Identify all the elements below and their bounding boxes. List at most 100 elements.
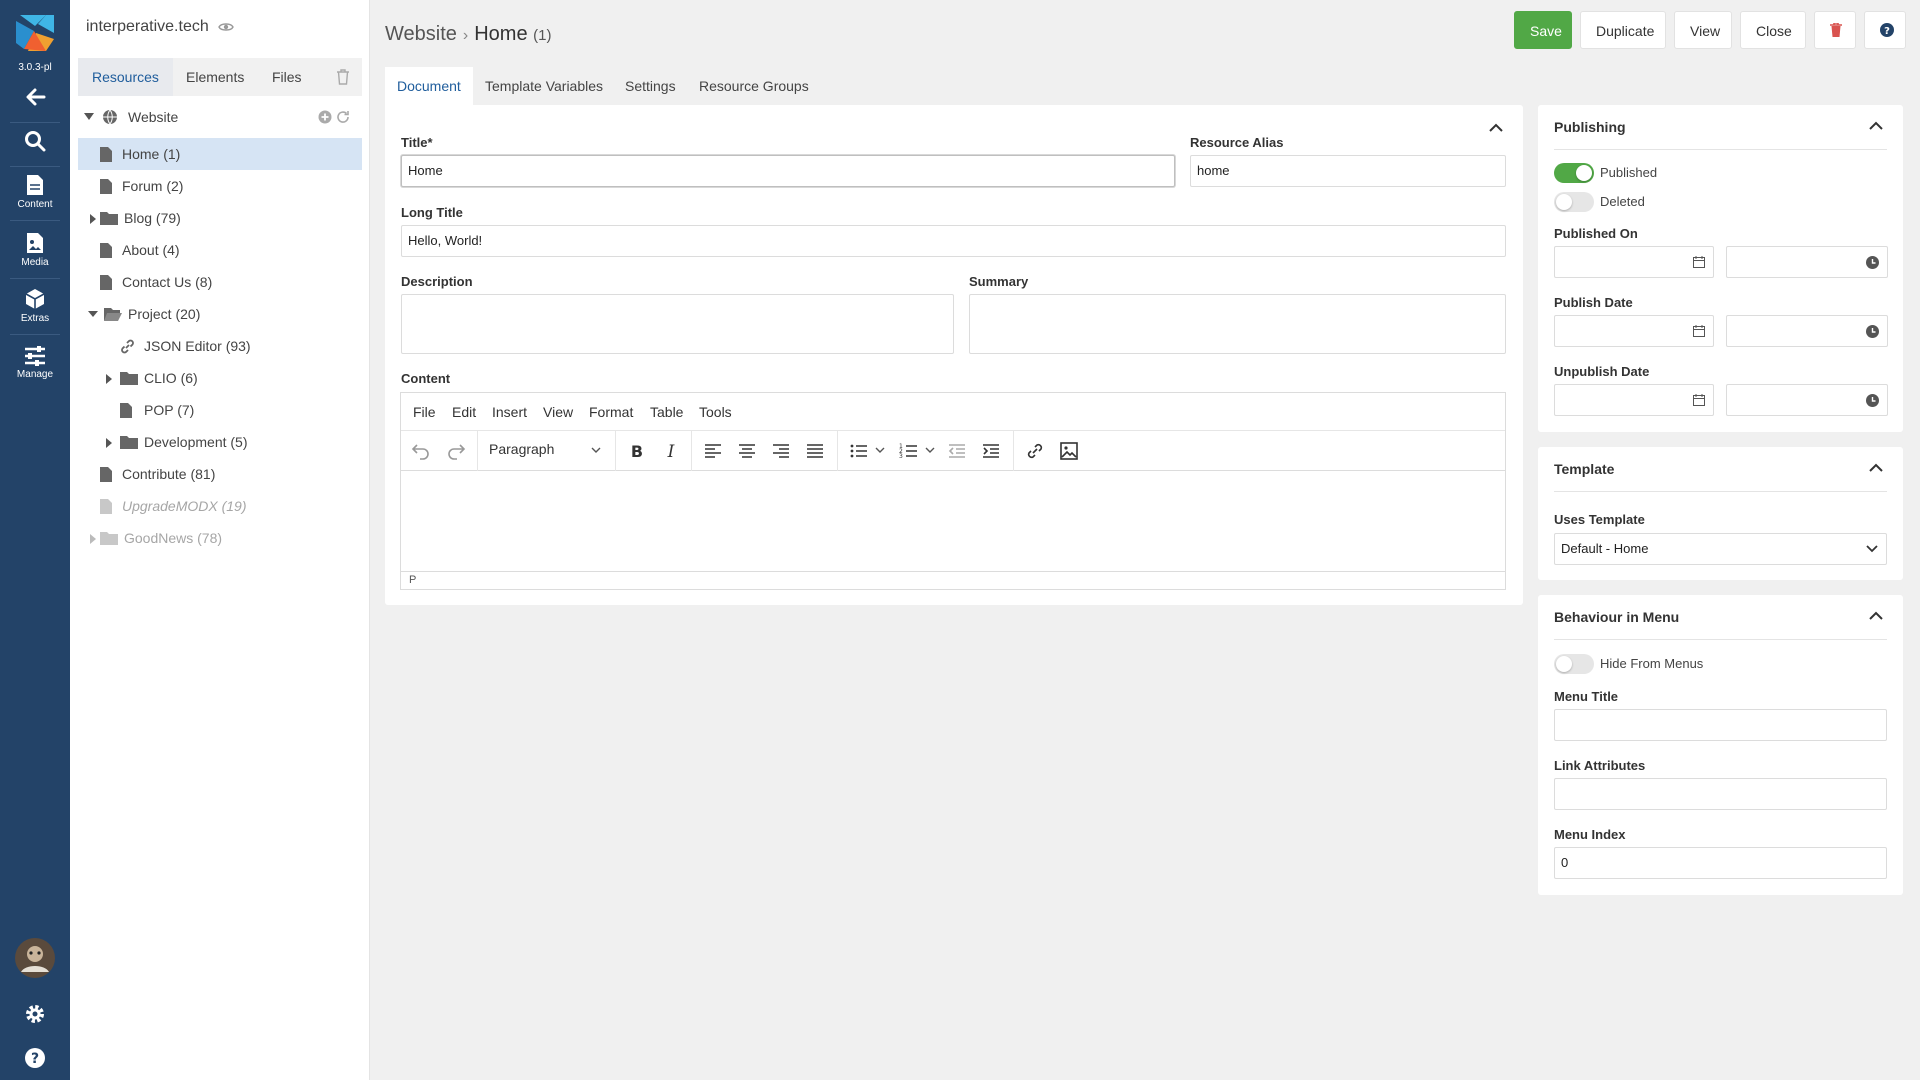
tree-item-goodnews[interactable]: GoodNews (78) — [78, 522, 362, 554]
hide-from-menus-toggle[interactable] — [1554, 654, 1594, 674]
view-button[interactable]: View — [1674, 11, 1732, 49]
menu-tools[interactable]: Tools — [699, 404, 732, 420]
caret-right-icon[interactable] — [90, 214, 96, 224]
longtitle-input[interactable]: Hello, World! — [401, 225, 1506, 257]
help-button[interactable]: ? — [1864, 11, 1906, 49]
user-avatar[interactable] — [0, 938, 70, 981]
tab-files[interactable]: Files — [258, 58, 316, 96]
align-right-icon[interactable] — [771, 441, 791, 461]
unpublish-date-input[interactable] — [1554, 384, 1714, 416]
tab-elements[interactable]: Elements — [172, 58, 258, 96]
site-name[interactable]: interperative.tech — [86, 18, 234, 36]
tree-item-pop[interactable]: POP (7) — [78, 394, 362, 426]
indent-icon[interactable] — [981, 441, 1001, 461]
menu-index-input[interactable]: 0 — [1554, 847, 1887, 879]
caret-down-icon[interactable] — [84, 113, 94, 121]
delete-button[interactable] — [1814, 11, 1856, 49]
caret-right-icon[interactable] — [90, 534, 96, 544]
menu-edit[interactable]: Edit — [452, 404, 476, 420]
align-left-icon[interactable] — [703, 441, 723, 461]
published-toggle[interactable] — [1554, 163, 1594, 183]
unpublish-time-input[interactable] — [1726, 384, 1888, 416]
redo-icon[interactable] — [446, 441, 466, 461]
numbered-list-icon[interactable]: 123 — [899, 441, 919, 461]
link-icon[interactable] — [1025, 441, 1045, 461]
add-circle-icon[interactable] — [318, 110, 332, 124]
tree-item-contact-us[interactable]: Contact Us (8) — [78, 266, 362, 298]
tree-item-home[interactable]: Home (1) — [78, 138, 362, 170]
description-textarea[interactable] — [401, 294, 954, 354]
save-button[interactable]: Save — [1514, 11, 1572, 49]
breadcrumb-parent[interactable]: Website — [385, 23, 457, 45]
chevron-up-icon[interactable] — [1869, 121, 1883, 130]
align-justify-icon[interactable] — [805, 441, 825, 461]
menu-file[interactable]: File — [413, 404, 436, 420]
close-button[interactable]: Close — [1740, 11, 1806, 49]
menu-table[interactable]: Table — [650, 404, 683, 420]
chevron-down-icon[interactable] — [875, 447, 885, 454]
chevron-down-icon[interactable] — [591, 447, 601, 454]
chevron-up-icon[interactable] — [1489, 123, 1503, 132]
eye-icon[interactable] — [218, 21, 234, 33]
modx-logo-icon[interactable] — [16, 13, 54, 51]
nav-content-label: Content — [17, 199, 53, 210]
undo-icon[interactable] — [411, 441, 431, 461]
outdent-icon[interactable] — [947, 441, 967, 461]
tab-resources[interactable]: Resources — [78, 58, 173, 96]
editor-status-path[interactable]: P — [401, 571, 1505, 589]
menu-format[interactable]: Format — [589, 404, 633, 420]
tree-item-clio[interactable]: CLIO (6) — [78, 362, 362, 394]
trash-icon[interactable] — [336, 69, 350, 85]
caret-right-icon[interactable] — [106, 438, 112, 448]
refresh-icon[interactable] — [336, 110, 350, 124]
link-attributes-input[interactable] — [1554, 778, 1887, 810]
block-format-select[interactable]: Paragraph — [489, 441, 554, 457]
nav-media[interactable]: Media — [0, 232, 70, 268]
tree-item-contribute[interactable]: Contribute (81) — [78, 458, 362, 490]
tab-template-variables[interactable]: Template Variables — [473, 67, 615, 105]
tree-item-about[interactable]: About (4) — [78, 234, 362, 266]
bullet-list-icon[interactable] — [849, 441, 869, 461]
bold-icon[interactable]: B — [627, 441, 647, 461]
summary-textarea[interactable] — [969, 294, 1506, 354]
title-input[interactable]: Home — [401, 155, 1175, 187]
tree-item-development[interactable]: Development (5) — [78, 426, 362, 458]
align-center-icon[interactable] — [737, 441, 757, 461]
tree-item-upgrademodx[interactable]: UpgradeMODX (19) — [78, 490, 362, 522]
image-icon[interactable] — [1059, 441, 1079, 461]
nav-content[interactable]: Content — [0, 174, 70, 210]
tab-resource-groups[interactable]: Resource Groups — [687, 67, 821, 105]
caret-down-icon[interactable] — [88, 311, 98, 318]
back-button[interactable] — [0, 86, 70, 111]
chevron-up-icon[interactable] — [1869, 463, 1883, 472]
chevron-down-icon[interactable] — [925, 447, 935, 454]
tree-item-forum[interactable]: Forum (2) — [78, 170, 362, 202]
caret-right-icon[interactable] — [106, 374, 112, 384]
nav-extras[interactable]: Extras — [0, 288, 70, 324]
published-on-date-input[interactable] — [1554, 246, 1714, 278]
publish-date-input[interactable] — [1554, 315, 1714, 347]
alias-label: Resource Alias — [1190, 135, 1284, 150]
deleted-toggle[interactable] — [1554, 192, 1594, 212]
chevron-up-icon[interactable] — [1869, 611, 1883, 620]
tree-item-project[interactable]: Project (20) — [78, 298, 362, 330]
tree-root-website[interactable]: Website — [78, 100, 362, 134]
menu-title-input[interactable] — [1554, 709, 1887, 741]
duplicate-button[interactable]: Duplicate — [1580, 11, 1666, 49]
menu-insert[interactable]: Insert — [492, 404, 527, 420]
template-select[interactable]: Default - Home — [1554, 533, 1887, 565]
search-button[interactable] — [0, 130, 70, 155]
tab-document[interactable]: Document — [385, 67, 473, 105]
published-on-time-input[interactable] — [1726, 246, 1888, 278]
tab-settings[interactable]: Settings — [613, 67, 688, 105]
tree-item-label: CLIO (6) — [144, 370, 198, 386]
help-button[interactable]: ? — [0, 1047, 70, 1072]
tree-item-json-editor[interactable]: JSON Editor (93) — [78, 330, 362, 362]
alias-input[interactable]: home — [1190, 155, 1506, 187]
nav-manage[interactable]: Manage — [0, 346, 70, 380]
publish-time-input[interactable] — [1726, 315, 1888, 347]
settings-button[interactable] — [0, 1003, 70, 1028]
italic-icon[interactable]: I — [661, 441, 681, 461]
menu-view[interactable]: View — [543, 404, 573, 420]
tree-item-blog[interactable]: Blog (79) — [78, 202, 362, 234]
